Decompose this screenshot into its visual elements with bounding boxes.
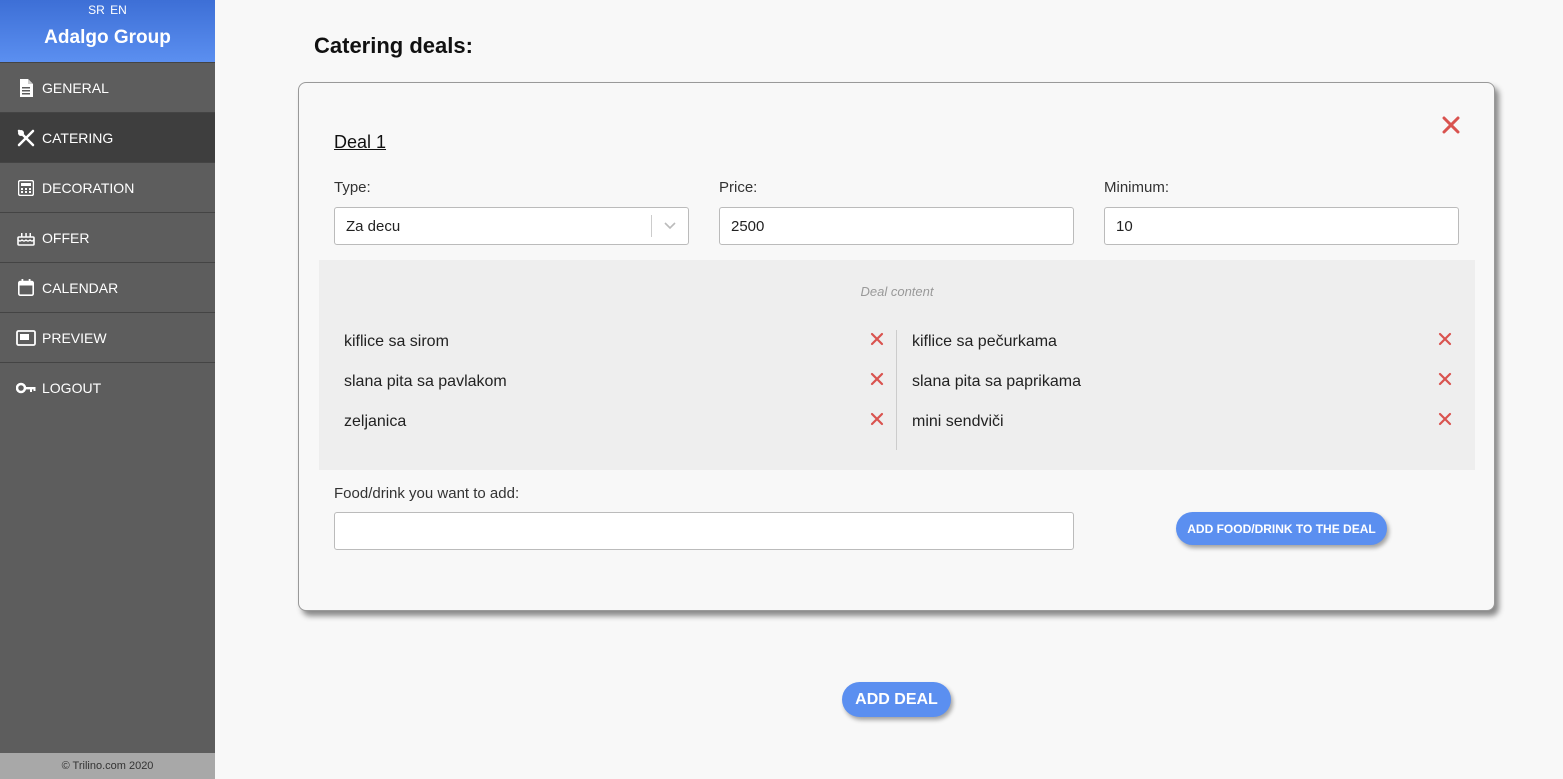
close-icon — [1438, 332, 1452, 346]
remove-item-button[interactable] — [870, 412, 884, 426]
calculator-icon — [16, 178, 36, 198]
sidebar-item-label: CALENDAR — [42, 279, 119, 296]
sidebar-item-general[interactable]: GENERAL — [0, 62, 215, 112]
list-item: kiflice sa pečurkama — [912, 333, 1057, 350]
type-select[interactable]: Za decu — [334, 207, 689, 245]
close-icon — [1442, 116, 1460, 134]
document-icon — [16, 78, 36, 98]
sidebar-item-preview[interactable]: PREVIEW — [0, 312, 215, 362]
remove-item-button[interactable] — [1438, 332, 1452, 346]
sidebar-item-offer[interactable]: OFFER — [0, 212, 215, 262]
close-icon — [870, 372, 884, 386]
list-item: slana pita sa pavlakom — [344, 373, 507, 390]
minimum-input[interactable]: 10 — [1104, 207, 1459, 245]
minimum-label: Minimum: — [1104, 179, 1170, 196]
column-divider — [896, 330, 897, 450]
brand-header: SR EN Adalgo Group — [0, 0, 215, 62]
remove-item-button[interactable] — [1438, 412, 1452, 426]
calendar-icon — [16, 278, 36, 298]
price-input[interactable]: 2500 — [719, 207, 1074, 245]
add-food-button[interactable]: ADD FOOD/DRINK TO THE DEAL — [1176, 512, 1387, 545]
type-label: Type: — [334, 179, 371, 196]
sidebar-item-calendar[interactable]: CALENDAR — [0, 262, 215, 312]
brand-title: Adalgo Group — [44, 27, 171, 48]
window-icon — [16, 328, 36, 348]
remove-item-button[interactable] — [870, 372, 884, 386]
close-icon — [1438, 372, 1452, 386]
list-item: zeljanica — [344, 413, 407, 430]
deal-title: Deal 1 — [334, 132, 387, 152]
sidebar-item-logout[interactable]: LOGOUT — [0, 362, 215, 412]
add-food-input[interactable] — [334, 512, 1074, 550]
list-item: slana pita sa paprikama — [912, 373, 1081, 390]
list-item: kiflice sa sirom — [344, 333, 449, 350]
sidebar-item-label: LOGOUT — [42, 379, 102, 396]
sidebar-item-label: CATERING — [42, 129, 114, 146]
sidebar-item-label: OFFER — [42, 229, 90, 246]
lang-en-link[interactable]: EN — [110, 3, 127, 17]
price-input-value: 2500 — [731, 217, 765, 235]
sidebar-item-decoration[interactable]: DECORATION — [0, 162, 215, 212]
sidebar: SR EN Adalgo Group GENERAL CATERING DECO… — [0, 0, 215, 779]
utensils-icon — [16, 128, 36, 148]
lang-sr-link[interactable]: SR — [88, 3, 105, 17]
copyright-footer: © Trilino.com 2020 — [0, 753, 215, 779]
price-label: Price: — [719, 179, 758, 196]
type-select-value: Za decu — [346, 217, 401, 235]
deal-content-heading: Deal content — [860, 284, 934, 299]
cake-icon — [16, 228, 36, 248]
close-icon — [870, 332, 884, 346]
add-food-label: Food/drink you want to add: — [334, 485, 520, 502]
remove-item-button[interactable] — [870, 332, 884, 346]
page-title: Catering deals: — [314, 33, 473, 58]
deal-content-panel: Deal content kiflice sa sirom slana pita… — [319, 260, 1475, 470]
sidebar-item-catering[interactable]: CATERING — [0, 112, 215, 162]
close-icon — [1438, 412, 1452, 426]
sidebar-item-label: PREVIEW — [42, 329, 107, 346]
list-item: mini sendviči — [912, 413, 1004, 430]
sidebar-item-label: GENERAL — [42, 79, 109, 96]
minimum-input-value: 10 — [1116, 217, 1133, 235]
remove-item-button[interactable] — [1438, 372, 1452, 386]
chevron-down-icon[interactable] — [651, 215, 688, 237]
deal-card: Deal 1 Type: Za decu Price: 2500 Minimum… — [298, 82, 1495, 611]
add-deal-button[interactable]: ADD DEAL — [842, 682, 951, 717]
remove-deal-button[interactable] — [1439, 113, 1463, 137]
key-icon — [16, 378, 36, 398]
sidebar-item-label: DECORATION — [42, 179, 135, 196]
close-icon — [870, 412, 884, 426]
language-switcher: SR EN — [0, 0, 215, 20]
